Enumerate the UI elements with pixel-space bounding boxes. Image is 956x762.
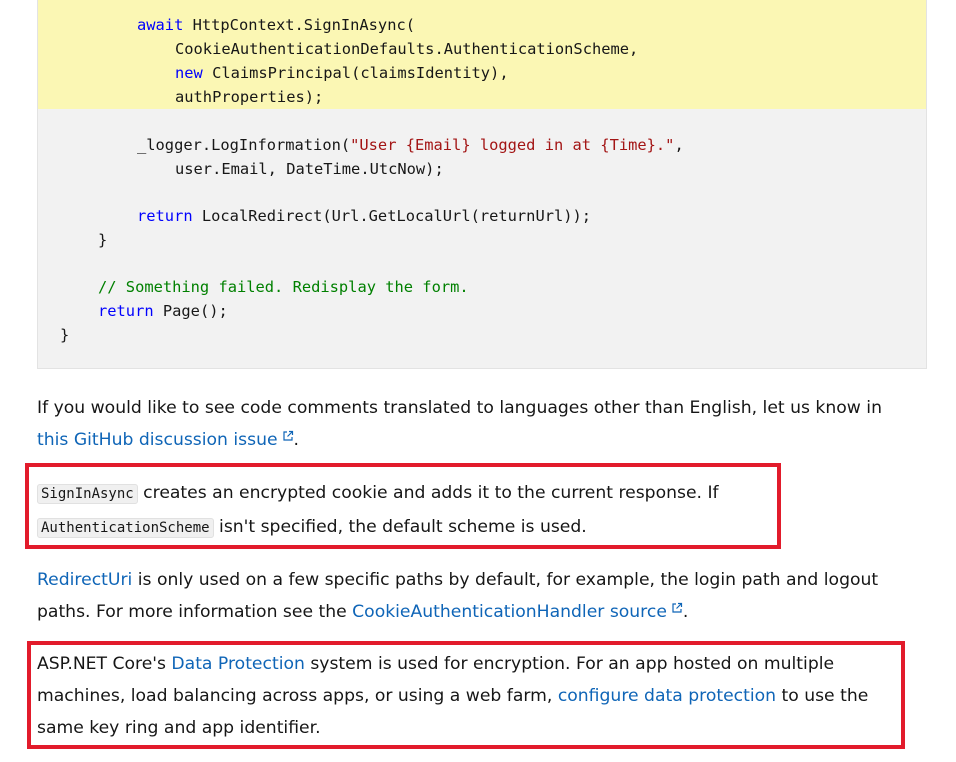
code-text: CookieAuthenticationDefaults.Authenticat… (175, 40, 639, 58)
code-line: authProperties); (175, 85, 323, 109)
annotation-box (25, 463, 781, 549)
paragraph-line: If you would like to see code comments t… (37, 392, 882, 424)
code-block: await HttpContext.SignInAsync( CookieAut… (37, 0, 927, 369)
code-line: new ClaimsPrincipal(claimsIdentity), (175, 61, 509, 85)
code-text: , (674, 136, 684, 154)
code-string: "User {Email} logged in at {Time}." (350, 136, 675, 154)
code-line: _logger.LogInformation("User {Email} log… (137, 133, 684, 157)
code-text: } (98, 231, 108, 249)
code-comment: // Something failed. Redisplay the form. (98, 278, 469, 296)
code-line: CookieAuthenticationDefaults.Authenticat… (175, 37, 638, 61)
code-keyword: return (98, 302, 154, 320)
code-text: _logger.LogInformation( (137, 136, 351, 154)
code-keyword: await (137, 16, 184, 34)
github-discussion-link[interactable]: this GitHub discussion issue (37, 430, 294, 450)
annotation-box (27, 641, 905, 749)
paragraph-text: If you would like to see code comments t… (37, 398, 882, 418)
paragraph-line: this GitHub discussion issue. (37, 424, 882, 456)
code-line: return LocalRedirect(Url.GetLocalUrl(ret… (137, 204, 591, 228)
code-text: HttpContext.SignInAsync( (183, 16, 415, 34)
paragraph-text: paths. For more information see the (37, 602, 353, 622)
link-text: this GitHub discussion issue (37, 430, 278, 450)
code-line: user.Email, DateTime.UtcNow); (175, 157, 444, 181)
code-line: } (98, 228, 107, 252)
code-text: } (60, 326, 70, 344)
cookie-handler-source-link[interactable]: CookieAuthenticationHandler source (352, 602, 683, 622)
code-text: Page(); (153, 302, 228, 320)
paragraph-text: is only used on a few specific paths by … (132, 570, 879, 590)
code-line: return Page(); (98, 299, 228, 323)
paragraph-translation-note: If you would like to see code comments t… (37, 392, 882, 456)
code-line: await HttpContext.SignInAsync( (137, 13, 415, 37)
code-line: } (60, 323, 69, 347)
code-line: // Something failed. Redisplay the form. (98, 275, 469, 299)
code-keyword: return (137, 207, 193, 225)
code-text: user.Email, DateTime.UtcNow); (175, 160, 444, 178)
code-text: LocalRedirect(Url.GetLocalUrl(returnUrl)… (192, 207, 592, 225)
paragraph-text: . (293, 430, 300, 450)
redirecturi-link[interactable]: RedirectUri (37, 570, 132, 590)
external-link-icon (282, 430, 293, 441)
code-keyword: new (175, 64, 203, 82)
code-text: authProperties); (175, 88, 324, 106)
link-text: CookieAuthenticationHandler source (352, 602, 667, 622)
paragraph-redirecturi: RedirectUri is only used on a few specif… (37, 564, 878, 628)
paragraph-line: paths. For more information see the Cook… (37, 596, 878, 628)
link-text: RedirectUri (37, 570, 133, 590)
code-text: ClaimsPrincipal(claimsIdentity), (202, 64, 509, 82)
paragraph-line: RedirectUri is only used on a few specif… (37, 564, 878, 596)
external-link-icon (672, 602, 683, 613)
paragraph-text: . (682, 602, 689, 622)
